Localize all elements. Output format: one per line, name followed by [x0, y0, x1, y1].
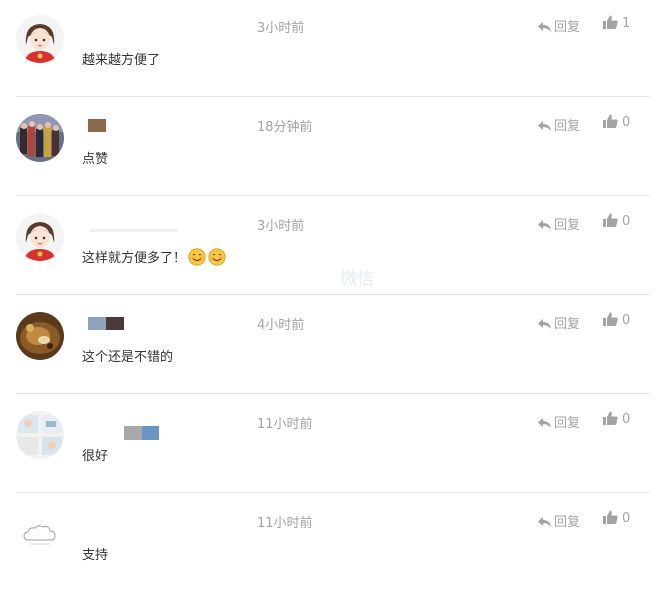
smile-emoji-icon — [208, 248, 226, 270]
redaction-block — [88, 119, 106, 132]
like-count: 0 — [622, 412, 631, 427]
redaction-block — [88, 317, 106, 330]
like-button[interactable]: 0 — [603, 411, 630, 429]
like-button[interactable]: 0 — [603, 312, 630, 330]
like-count: 0 — [622, 313, 631, 328]
cartoon-girl-icon — [16, 15, 64, 63]
comment-content: 这样就方便多了！ — [82, 247, 226, 270]
like-count: 0 — [622, 214, 631, 229]
reply-button[interactable]: 回复 — [538, 313, 580, 334]
smile-emoji-icon — [188, 248, 206, 270]
comment-timestamp: 3小时前 — [257, 21, 305, 36]
thumbs-up-icon — [603, 114, 618, 132]
redaction-block — [142, 426, 159, 440]
comment-timestamp: 3小时前 — [257, 219, 305, 234]
comment-text: 很好 — [82, 449, 109, 464]
comment-text: 这个还是不错的 — [82, 350, 174, 365]
thumbs-up-icon — [603, 411, 618, 429]
collage-photo-icon — [16, 411, 64, 459]
divider — [16, 96, 650, 97]
comment-text: 点赞 — [82, 152, 109, 167]
cartoon-girl-avatar[interactable] — [16, 15, 64, 63]
comment-item: 4小时前 回复 0 这个还是不错的 — [0, 297, 664, 396]
group-photo-icon — [16, 114, 64, 162]
reply-label: 回复 — [554, 317, 581, 332]
comment-timestamp: 18分钟前 — [257, 120, 313, 135]
redaction-block — [90, 229, 178, 232]
like-count: 0 — [622, 115, 631, 130]
reply-label: 回复 — [554, 218, 581, 233]
like-button[interactable]: 1 — [603, 15, 630, 33]
thumbs-up-icon — [603, 312, 618, 330]
like-button[interactable]: 0 — [603, 114, 630, 132]
comment-timestamp: 11小时前 — [257, 417, 313, 432]
reply-button[interactable]: 回复 — [538, 115, 580, 136]
comment-text: 越来越方便了 — [82, 53, 161, 68]
reply-button[interactable]: 回复 — [538, 412, 580, 433]
comment-item: 11小时前 回复 0 很好 — [0, 396, 664, 495]
reply-arrow-icon — [538, 120, 552, 136]
cartoon-girl-icon — [16, 213, 64, 261]
collage-photo-avatar[interactable] — [16, 411, 64, 459]
like-count: 0 — [622, 511, 631, 526]
reply-arrow-icon — [538, 516, 552, 532]
reply-label: 回复 — [554, 416, 581, 431]
like-count: 1 — [622, 16, 631, 31]
food-photo-avatar[interactable] — [16, 312, 64, 360]
reply-button[interactable]: 回复 — [538, 214, 580, 235]
comment-item: 11小时前 回复 0 支持 — [0, 495, 664, 589]
comment-item: 3小时前 回复 0 这样就方便多了！ — [0, 198, 664, 297]
like-button[interactable]: 0 — [603, 510, 630, 528]
comment-list: 3小时前 回复 1 越来越方便了 18分钟前 回复 0 点赞 3小时前 回复 0… — [0, 0, 664, 589]
reply-button[interactable]: 回复 — [538, 511, 580, 532]
reply-arrow-icon — [538, 318, 552, 334]
reply-label: 回复 — [554, 515, 581, 530]
cartoon-girl-avatar[interactable] — [16, 213, 64, 261]
reply-button[interactable]: 回复 — [538, 16, 580, 37]
divider — [16, 492, 650, 493]
reply-label: 回复 — [554, 20, 581, 35]
comment-timestamp: 11小时前 — [257, 516, 313, 531]
redaction-block — [106, 317, 124, 330]
reply-label: 回复 — [554, 119, 581, 134]
reply-arrow-icon — [538, 21, 552, 37]
comment-timestamp: 4小时前 — [257, 318, 305, 333]
thumbs-up-icon — [603, 510, 618, 528]
comment-text: 这样就方便多了！ — [82, 251, 187, 266]
divider — [16, 294, 650, 295]
food-photo-icon — [16, 312, 64, 360]
thumbs-up-icon — [603, 15, 618, 33]
cloud-sketch-avatar[interactable] — [16, 510, 64, 558]
reply-arrow-icon — [538, 219, 552, 235]
divider — [16, 195, 650, 196]
comment-item: 18分钟前 回复 0 点赞 — [0, 99, 664, 198]
divider — [16, 393, 650, 394]
redaction-block — [124, 426, 142, 440]
comment-item: 3小时前 回复 1 越来越方便了 — [0, 0, 664, 99]
reply-arrow-icon — [538, 417, 552, 433]
thumbs-up-icon — [603, 213, 618, 231]
like-button[interactable]: 0 — [603, 213, 630, 231]
cloud-sketch-icon — [16, 510, 64, 558]
comment-text: 支持 — [82, 548, 109, 563]
group-photo-avatar[interactable] — [16, 114, 64, 162]
